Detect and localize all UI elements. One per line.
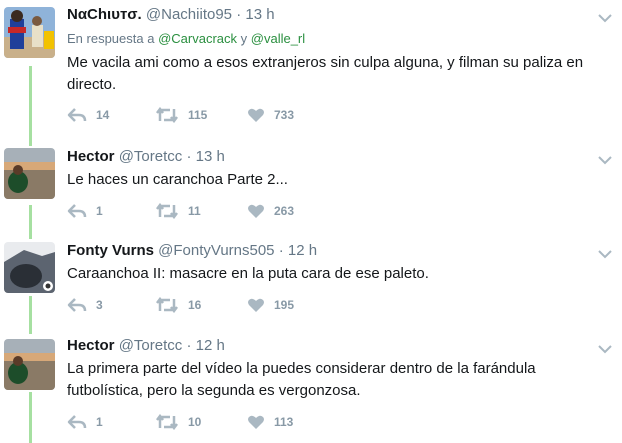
timestamp[interactable]: 13 h xyxy=(245,6,274,23)
tweet-text: Le haces un caranchoa Parte 2... xyxy=(67,171,288,188)
reply-button[interactable]: 1 xyxy=(67,202,103,220)
like-button[interactable]: 113 xyxy=(247,413,293,431)
chevron-down-icon[interactable] xyxy=(598,246,612,264)
reply-icon xyxy=(67,414,87,430)
retweet-icon xyxy=(155,107,179,123)
avatar[interactable] xyxy=(4,242,55,293)
reply-icon xyxy=(67,297,87,313)
thread-line xyxy=(29,205,32,239)
chevron-down-icon[interactable] xyxy=(598,152,612,170)
timestamp[interactable]: 12 h xyxy=(288,242,317,259)
retweet-count: 10 xyxy=(188,415,202,429)
reply-count: 3 xyxy=(96,298,103,312)
retweet-button[interactable]: 10 xyxy=(155,413,201,431)
chevron-down-icon[interactable] xyxy=(598,10,612,28)
thread-line xyxy=(29,296,32,334)
reply-and: y xyxy=(240,31,248,46)
tweet-text: Me vacila ami como a esos extranjeros si… xyxy=(67,54,584,93)
like-button[interactable]: 263 xyxy=(247,202,294,220)
like-count: 263 xyxy=(274,204,295,218)
user-handle[interactable]: @FontyVurns505 xyxy=(158,242,274,259)
separator-dot: · xyxy=(186,148,192,165)
retweet-count: 11 xyxy=(188,204,201,218)
user-name[interactable]: NαChιυтσ. xyxy=(67,6,142,23)
avatar[interactable] xyxy=(4,148,55,199)
reply-icon xyxy=(67,107,87,123)
reply-context: En respuesta a @Carvacrack y @valle_rl xyxy=(67,31,612,47)
like-count: 195 xyxy=(274,298,295,312)
retweet-count: 16 xyxy=(188,298,202,312)
timestamp[interactable]: 13 h xyxy=(196,148,225,165)
heart-icon xyxy=(247,297,265,313)
chevron-down-icon[interactable] xyxy=(598,341,612,359)
reply-prefix: En respuesta a xyxy=(67,31,155,46)
heart-icon xyxy=(247,414,265,430)
reply-user-link[interactable]: @Carvacrack xyxy=(158,31,237,46)
reply-count: 1 xyxy=(96,204,103,218)
like-button[interactable]: 733 xyxy=(247,106,294,124)
reply-button[interactable]: 3 xyxy=(67,296,103,314)
retweet-button[interactable]: 16 xyxy=(155,296,201,314)
retweet-count: 115 xyxy=(188,108,208,122)
reply-icon xyxy=(67,203,87,219)
reply-button[interactable]: 14 xyxy=(67,106,109,124)
user-handle[interactable]: @Nachiito95 xyxy=(146,6,232,23)
user-handle[interactable]: @Toretcc xyxy=(119,148,183,165)
reply-count: 14 xyxy=(96,108,110,122)
timestamp[interactable]: 12 h xyxy=(196,337,225,354)
tweet-text: La primera parte del vídeo la puedes con… xyxy=(67,360,536,399)
retweet-button[interactable]: 11 xyxy=(155,202,201,220)
retweet-icon xyxy=(155,414,179,430)
retweet-icon xyxy=(155,297,179,313)
reply-count: 1 xyxy=(96,415,103,429)
thread-line xyxy=(29,392,32,443)
separator-dot: · xyxy=(236,6,242,23)
heart-icon xyxy=(247,203,265,219)
separator-dot: · xyxy=(186,337,192,354)
retweet-icon xyxy=(155,203,179,219)
user-handle[interactable]: @Toretcc xyxy=(119,337,183,354)
reply-button[interactable]: 1 xyxy=(67,413,103,431)
reply-user-link[interactable]: @valle_rl xyxy=(251,31,305,46)
thread-line xyxy=(29,66,32,146)
user-name[interactable]: Hector xyxy=(67,337,115,354)
user-name[interactable]: Hector xyxy=(67,148,115,165)
tweet-text: Caraanchoa II: masacre en la puta cara d… xyxy=(67,265,429,282)
retweet-button[interactable]: 115 xyxy=(155,106,207,124)
avatar[interactable] xyxy=(4,7,55,58)
like-count: 733 xyxy=(274,108,295,122)
separator-dot: · xyxy=(278,242,284,259)
like-button[interactable]: 195 xyxy=(247,296,294,314)
user-name[interactable]: Fonty Vurns xyxy=(67,242,154,259)
like-count: 113 xyxy=(274,415,294,429)
heart-icon xyxy=(247,107,265,123)
avatar[interactable] xyxy=(4,339,55,390)
